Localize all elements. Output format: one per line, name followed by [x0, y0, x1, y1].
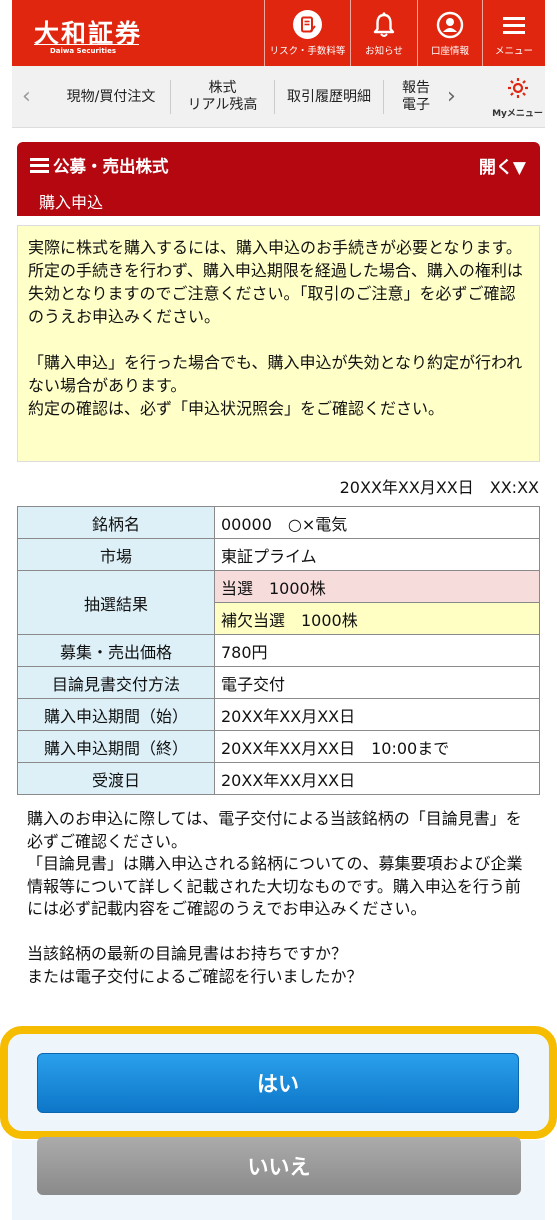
row-label: 受渡日	[17, 762, 215, 795]
document-pen-icon	[293, 10, 322, 39]
table-row: 購入申込期間（終） 20XX年XX月XX日 10:00まで	[17, 730, 540, 763]
risk-fees-label: リスク・手数料等	[269, 45, 346, 57]
table-row: 受渡日 20XX年XX月XX日	[17, 762, 540, 795]
row-label: 募集・売出価格	[17, 634, 215, 667]
chevron-left-icon[interactable]: ‹	[22, 84, 31, 109]
yes-button[interactable]: はい	[37, 1053, 519, 1113]
app-header: 大和証券 Daiwa Securities リスク・手数料等 お知らせ 口座情報…	[12, 0, 545, 66]
person-circle-icon	[435, 10, 465, 40]
row-value: 00000 ○×電気	[214, 506, 540, 539]
table-row: 市場 東証プライム	[17, 538, 540, 571]
row-label: 購入申込期間（始）	[17, 698, 215, 731]
lottery-substitute-value: 補欠当選 1000株	[214, 602, 540, 635]
row-value: 780円	[214, 634, 540, 667]
my-menu-label: Myメニュー	[492, 108, 543, 119]
logo-underline	[34, 44, 139, 45]
row-label: 抽選結果	[17, 570, 215, 635]
row-value: 20XX年XX月XX日	[214, 698, 540, 731]
section-subtitle: 購入申込	[39, 193, 104, 212]
table-row: 購入申込期間（始） 20XX年XX月XX日	[17, 698, 540, 731]
list-menu-icon	[30, 157, 49, 173]
timestamp: 20XX年XX月XX日 XX:XX	[339, 478, 539, 497]
row-value: 電子交付	[214, 666, 540, 699]
section-header: 公募・売出株式 開く▼ 購入申込	[17, 142, 540, 216]
notifications-label: お知らせ	[365, 45, 403, 57]
row-label: 購入申込期間（終）	[17, 730, 215, 763]
section-title-text: 公募・売出株式	[53, 157, 169, 176]
row-label: 目論見書交付方法	[17, 666, 215, 699]
table-row: 銘柄名 00000 ○×電気	[17, 506, 540, 539]
hamburger-menu-icon	[499, 10, 529, 40]
daiwa-logo[interactable]: 大和証券 Daiwa Securities	[12, 0, 264, 66]
my-menu-button[interactable]: Myメニュー	[490, 66, 545, 128]
row-value: 20XX年XX月XX日 10:00まで	[214, 730, 540, 763]
row-label: 銘柄名	[17, 506, 215, 539]
row-value: 東証プライム	[214, 538, 540, 571]
account-info-button[interactable]: 口座情報	[417, 0, 482, 66]
chevron-right-icon[interactable]: ›	[447, 84, 456, 109]
nav-item-electronic-reports[interactable]: 報告 電子	[384, 66, 448, 128]
offering-info-table: 銘柄名 00000 ○×電気 市場 東証プライム 抽選結果 当選 1000株 補…	[17, 506, 540, 795]
bell-icon	[369, 10, 399, 40]
table-row: 抽選結果 当選 1000株	[17, 570, 540, 635]
logo-subtext: Daiwa Securities	[50, 47, 116, 55]
nav-item-spot-buy-order[interactable]: 現物/買付注文	[52, 66, 170, 128]
table-row: 目論見書交付方法 電子交付	[17, 666, 540, 699]
row-label: 市場	[17, 538, 215, 571]
section-title[interactable]: 公募・売出株式	[30, 153, 169, 177]
quick-nav-bar: ‹ 現物/買付注文 株式 リアル残高 取引履歴明細 報告 電子 › Myメニュー	[12, 66, 545, 128]
risk-fees-button[interactable]: リスク・手数料等	[264, 0, 350, 66]
expand-toggle[interactable]: 開く▼	[479, 153, 526, 178]
no-button[interactable]: いいえ	[37, 1137, 521, 1195]
menu-button[interactable]: メニュー	[482, 0, 545, 66]
nav-item-realtime-balance[interactable]: 株式 リアル残高	[171, 66, 274, 128]
gear-icon	[506, 76, 530, 104]
notifications-button[interactable]: お知らせ	[350, 0, 417, 66]
row-value: 20XX年XX月XX日	[214, 762, 540, 795]
account-info-label: 口座情報	[430, 45, 469, 57]
lottery-win-value: 当選 1000株	[214, 570, 540, 603]
table-row: 募集・売出価格 780円	[17, 634, 540, 667]
menu-label: メニュー	[494, 45, 533, 57]
nav-item-trade-history[interactable]: 取引履歴明細	[275, 66, 383, 128]
notice-box: 実際に株式を購入するには、購入申込のお手続きが必要となります。 所定の手続きを行…	[17, 225, 540, 462]
prospectus-description: 購入のお申込に際しては、電子交付による当該銘柄の「目論見書」を必ずご確認ください…	[27, 809, 523, 986]
